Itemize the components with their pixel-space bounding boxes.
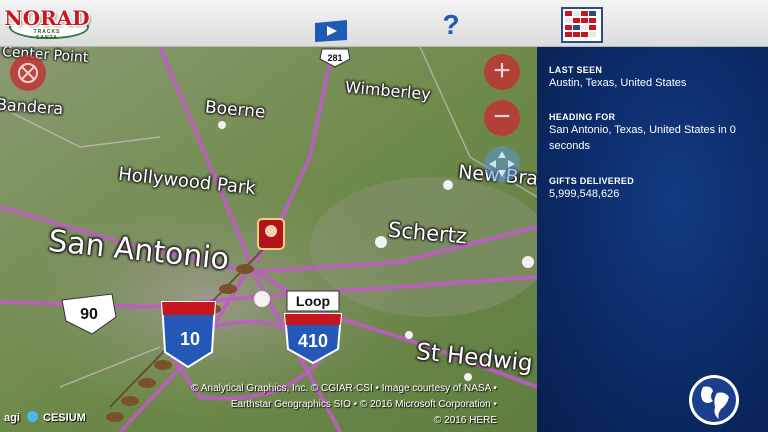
games-grid-icon (563, 9, 601, 41)
cesium-logo-icon (26, 411, 38, 422)
tracking-map[interactable]: 281 90 10 Loop 410 Center Point Bandera … (0, 47, 537, 432)
home-view-button[interactable] (10, 55, 46, 91)
compass-arrows-icon (489, 151, 515, 177)
video-button[interactable] (313, 19, 349, 43)
cesium-credit[interactable]: agi CESIUM (4, 411, 86, 424)
globe-icon (692, 378, 736, 422)
reset-view-icon (18, 63, 38, 83)
agi-logo: agi (4, 412, 20, 424)
norad-logo[interactable]: NORAD TRACKS SANTA (3, 3, 91, 41)
map-attribution-line: Earthstar Geographics SIO • © 2016 Micro… (230, 399, 497, 410)
games-button[interactable] (561, 7, 603, 43)
map-attribution-line: © Analytical Graphics, Inc. © CGIAR-CSI … (191, 383, 497, 394)
logo-text: NORAD (4, 6, 90, 30)
gifts-delivered-label: GIFTS DELIVERED (549, 176, 635, 186)
video-play-icon (315, 20, 347, 42)
map-attribution-line: © 2016 HERE (434, 415, 497, 426)
cesium-logo: CESIUM (43, 412, 86, 424)
navigation-compass[interactable] (484, 146, 520, 182)
top-bar: NORAD TRACKS SANTA ? (0, 0, 768, 47)
heading-for-value: San Antonio, Texas, United States in 0 s… (549, 124, 736, 152)
logo-subtext: TRACKS SANTA (33, 29, 61, 41)
heading-for-label: HEADING FOR (549, 112, 616, 122)
last-seen-label: LAST SEEN (549, 65, 603, 75)
zoom-in-button[interactable]: + (484, 54, 520, 90)
zoom-out-button[interactable]: − (484, 100, 520, 136)
info-panel: LAST SEEN Austin, Texas, United States H… (537, 47, 768, 432)
gifts-delivered-value: 5,999,548,626 (549, 188, 620, 200)
last-seen-value: Austin, Texas, United States (549, 77, 687, 89)
help-button[interactable]: ? (440, 10, 462, 40)
globe-view-button[interactable] (689, 375, 739, 425)
